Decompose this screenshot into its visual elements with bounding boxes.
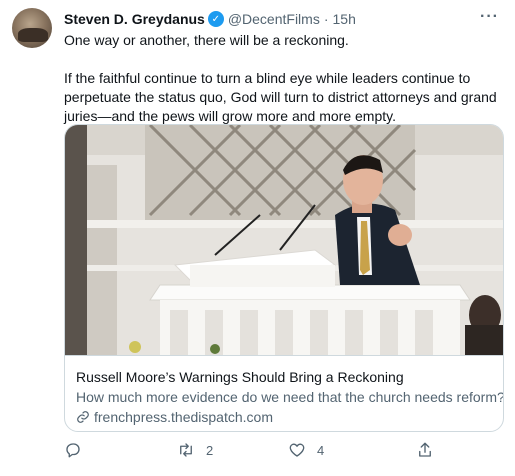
- retweet-count: 2: [206, 442, 214, 458]
- reply-icon: [66, 443, 80, 458]
- tweet-header: Steven D. Greydanus ✓ @DecentFilms · 15h…: [64, 8, 503, 28]
- verified-badge-icon: ✓: [207, 11, 224, 27]
- share-icon: [419, 442, 431, 457]
- heart-icon: [289, 443, 305, 457]
- tweet-text: One way or another, there will be a reck…: [64, 31, 504, 126]
- tweet-paragraph: If the faithful continue to turn a blind…: [64, 70, 497, 124]
- link-card[interactable]: Russell Moore’s Warnings Should Bring a …: [64, 124, 504, 432]
- retweet-button[interactable]: 2: [177, 438, 213, 462]
- card-domain-text: frenchpress.thedispatch.com: [94, 409, 273, 425]
- card-image[interactable]: [65, 125, 503, 355]
- share-button[interactable]: [416, 438, 434, 462]
- author-handle[interactable]: @DecentFilms: [228, 11, 320, 27]
- tweet[interactable]: Steven D. Greydanus ✓ @DecentFilms · 15h…: [0, 0, 515, 476]
- card-photo-illustration: [65, 125, 503, 355]
- card-title[interactable]: Russell Moore’s Warnings Should Bring a …: [76, 368, 493, 386]
- reply-button[interactable]: [64, 438, 82, 462]
- tweet-actions: 2 4: [64, 438, 504, 462]
- card-info[interactable]: Russell Moore’s Warnings Should Bring a …: [65, 355, 504, 431]
- separator-dot: ·: [323, 11, 329, 27]
- card-domain[interactable]: frenchpress.thedispatch.com: [76, 408, 493, 426]
- timestamp[interactable]: 15h: [333, 11, 356, 27]
- retweet-icon: [180, 443, 192, 457]
- link-icon: [77, 411, 89, 423]
- like-count: 4: [317, 442, 325, 458]
- like-button[interactable]: 4: [288, 438, 324, 462]
- tweet-paragraph: One way or another, there will be a reck…: [64, 32, 349, 48]
- avatar[interactable]: [12, 8, 52, 48]
- author-name[interactable]: Steven D. Greydanus: [64, 11, 205, 27]
- more-horizontal-icon[interactable]: ···: [480, 8, 499, 26]
- card-description: How much more evidence do we need that t…: [76, 389, 504, 405]
